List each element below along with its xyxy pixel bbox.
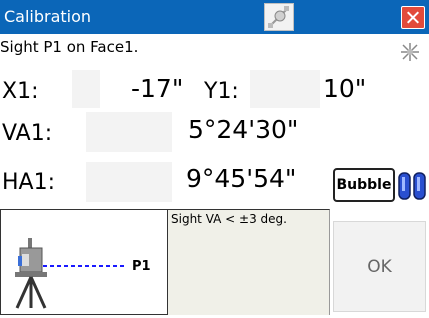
laser-pointer-icon[interactable] (400, 42, 420, 62)
y1-row-bg (250, 70, 320, 108)
window-title: Calibration (4, 7, 92, 26)
ok-button[interactable]: OK (333, 221, 426, 312)
sight-diagram: P1 (0, 209, 168, 315)
bubble-button[interactable]: Bubble (333, 168, 395, 202)
x1-value: -17" (131, 74, 184, 103)
va1-label: VA1: (2, 121, 53, 146)
ha1-value: 9°45'54" (186, 164, 297, 193)
close-button[interactable] (401, 6, 425, 29)
y1-label: Y1: (204, 79, 239, 104)
note-text: Sight VA < ±3 deg. (171, 212, 287, 226)
prism-target-icon[interactable] (264, 3, 294, 31)
title-bar: Calibration (0, 0, 429, 34)
note-panel: Sight VA < ±3 deg. (168, 209, 330, 315)
x1-label: X1: (2, 79, 39, 104)
x1-row-bg (72, 70, 100, 108)
ha1-label: HA1: (2, 170, 56, 195)
target-label: P1 (132, 259, 151, 274)
instruction-text: Sight P1 on Face1. (0, 38, 139, 56)
total-station-icon (15, 238, 47, 309)
ha1-row-bg (86, 162, 172, 202)
va1-row-bg (86, 112, 172, 152)
level-vial-icon[interactable] (397, 168, 429, 202)
y1-value: 10" (323, 74, 367, 103)
va1-value: 5°24'30" (188, 115, 299, 144)
